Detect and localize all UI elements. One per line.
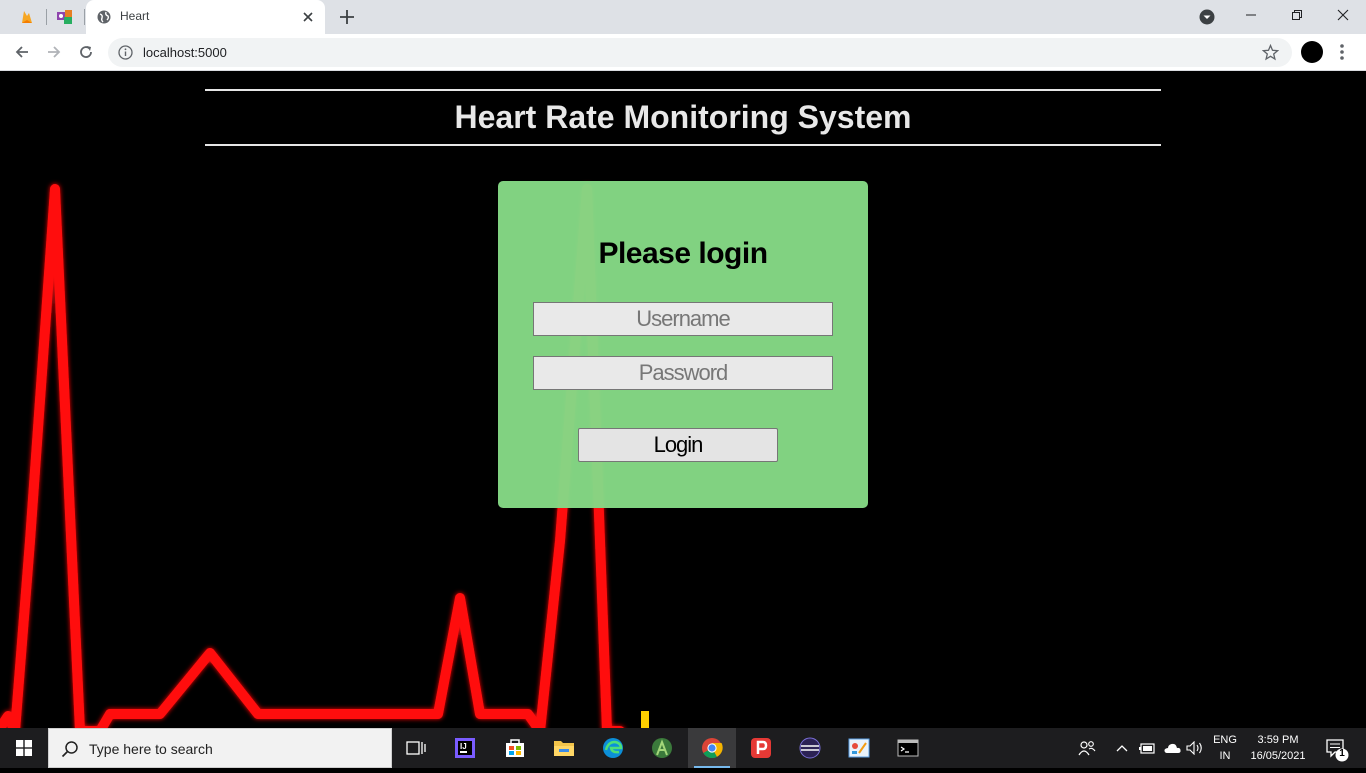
windows-taskbar: Type here to search IJ ENG IN 3:59 PM 16… bbox=[0, 728, 1366, 768]
action-center-button[interactable]: 1 bbox=[1320, 728, 1366, 768]
restore-button[interactable] bbox=[1274, 0, 1320, 30]
minimize-icon bbox=[1246, 14, 1256, 16]
tab-separator bbox=[84, 9, 85, 25]
terminal-icon bbox=[897, 739, 919, 757]
globe-icon bbox=[97, 10, 111, 24]
folder-icon bbox=[554, 741, 574, 756]
pinned-tab-app[interactable] bbox=[46, 0, 84, 34]
taskbar-app-android-studio[interactable] bbox=[638, 728, 686, 768]
notification-count: 1 bbox=[1339, 748, 1345, 759]
windows-logo-icon bbox=[16, 740, 32, 756]
forward-button[interactable] bbox=[42, 40, 66, 64]
forward-arrow-icon bbox=[48, 46, 61, 58]
psiphon-icon bbox=[751, 738, 771, 758]
chrome-icon bbox=[702, 738, 723, 759]
task-view-icon bbox=[406, 741, 426, 755]
people-icon bbox=[1078, 741, 1096, 756]
taskbar-app-eclipse[interactable] bbox=[786, 728, 834, 768]
back-arrow-icon bbox=[15, 46, 28, 58]
bookmark-star-icon[interactable] bbox=[1262, 44, 1279, 61]
more-vert-icon[interactable] bbox=[1337, 41, 1347, 63]
android-studio-icon bbox=[652, 738, 672, 758]
app-icon bbox=[57, 10, 72, 24]
battery-icon bbox=[1139, 743, 1155, 754]
eclipse-icon bbox=[799, 737, 821, 759]
people-button[interactable] bbox=[1074, 728, 1100, 768]
header-divider-bottom bbox=[205, 144, 1161, 146]
minimize-button[interactable] bbox=[1228, 0, 1274, 30]
close-icon bbox=[1337, 9, 1349, 21]
tab-search-icon[interactable] bbox=[1199, 9, 1215, 25]
svg-text:IJ: IJ bbox=[460, 742, 467, 751]
password-input[interactable] bbox=[533, 356, 833, 390]
clock-date: 16/05/2021 bbox=[1250, 750, 1306, 762]
login-button[interactable]: Login bbox=[578, 428, 778, 462]
chevron-up-icon bbox=[1116, 745, 1128, 752]
taskbar-app-intellij[interactable]: IJ bbox=[441, 728, 489, 768]
show-hidden-icons-button[interactable] bbox=[1112, 728, 1132, 768]
close-window-button[interactable] bbox=[1320, 0, 1366, 30]
taskbar-search-box[interactable]: Type here to search bbox=[48, 728, 392, 768]
taskbar-app-paint[interactable] bbox=[835, 728, 883, 768]
cloud-icon bbox=[1164, 743, 1181, 753]
taskbar-app-file-explorer[interactable] bbox=[540, 728, 588, 768]
taskbar-app-store[interactable] bbox=[491, 728, 539, 768]
close-tab-icon[interactable] bbox=[299, 8, 317, 26]
address-bar[interactable]: localhost:5000 bbox=[108, 38, 1292, 67]
new-tab-icon[interactable] bbox=[336, 6, 358, 28]
pinned-tab-firebase[interactable] bbox=[8, 0, 46, 34]
reload-icon bbox=[80, 46, 92, 58]
battery-button[interactable] bbox=[1136, 728, 1158, 768]
task-view-button[interactable] bbox=[392, 728, 440, 768]
volume-button[interactable] bbox=[1184, 728, 1206, 768]
speaker-icon bbox=[1186, 741, 1202, 755]
start-button[interactable] bbox=[0, 728, 48, 768]
onedrive-button[interactable] bbox=[1160, 728, 1184, 768]
page-title: Heart Rate Monitoring System bbox=[454, 99, 912, 135]
login-card: Please login Login bbox=[498, 181, 868, 508]
reload-button[interactable] bbox=[74, 40, 98, 64]
back-button[interactable] bbox=[10, 40, 34, 64]
profile-avatar[interactable] bbox=[1301, 41, 1323, 63]
header-divider-top bbox=[205, 89, 1161, 91]
restore-icon bbox=[1292, 10, 1302, 20]
taskbar-clock[interactable]: 3:59 PM 16/05/2021 bbox=[1245, 732, 1311, 764]
tab-title: Heart bbox=[120, 9, 150, 23]
store-icon bbox=[506, 739, 524, 757]
username-input[interactable] bbox=[533, 302, 833, 336]
language-code: ENG bbox=[1213, 734, 1237, 746]
edge-icon bbox=[603, 738, 623, 758]
taskbar-app-terminal[interactable] bbox=[884, 728, 932, 768]
search-icon bbox=[61, 741, 78, 758]
firebase-icon bbox=[22, 11, 32, 23]
info-icon[interactable] bbox=[118, 45, 133, 60]
taskbar-app-chrome[interactable] bbox=[688, 728, 736, 768]
intellij-icon: IJ bbox=[455, 738, 475, 758]
input-language-indicator[interactable]: ENG IN bbox=[1210, 732, 1240, 764]
web-page: Heart Rate Monitoring System Please logi… bbox=[0, 71, 1366, 728]
taskbar-app-edge[interactable] bbox=[589, 728, 637, 768]
login-heading: Please login bbox=[598, 237, 768, 270]
taskbar-app-psiphon[interactable] bbox=[737, 728, 785, 768]
browser-toolbar: localhost:5000 bbox=[0, 34, 1366, 71]
region-code: IN bbox=[1219, 750, 1231, 762]
paint-icon bbox=[848, 738, 870, 758]
browser-tab-strip: Heart bbox=[0, 0, 1366, 34]
url-text: localhost:5000 bbox=[143, 45, 227, 60]
tab-heart[interactable]: Heart bbox=[86, 0, 325, 34]
ecg-marker bbox=[641, 711, 649, 728]
search-placeholder: Type here to search bbox=[89, 741, 213, 757]
clock-time: 3:59 PM bbox=[1257, 734, 1299, 746]
